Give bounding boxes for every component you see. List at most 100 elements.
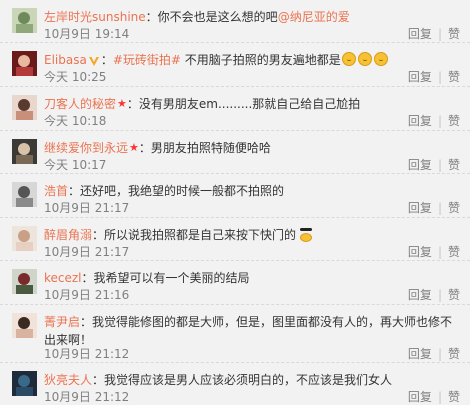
reply-button[interactable]: 回复 (408, 390, 432, 404)
comment-content: kecezl：我希望可以有一个美丽的结局 (44, 269, 418, 287)
name-separator: ： (100, 53, 113, 67)
comment-text: 我觉得应该是男人应该必须明白的，不应该是我们女人 (104, 373, 393, 387)
comment-time: 今天 10:18 (44, 114, 107, 128)
reply-button[interactable]: 回复 (408, 201, 432, 215)
reply-button[interactable]: 回复 (408, 27, 432, 41)
comment-text: 还好吧，我绝望的时候一般都不拍照的 (80, 184, 285, 198)
comment-time: 10月9日 21:16 (44, 288, 130, 302)
name-separator: ： (92, 373, 105, 387)
divider: | (437, 201, 442, 215)
name-separator: ： (138, 141, 151, 155)
commenter-name[interactable]: kecezl (44, 271, 82, 285)
comment-actions: 回复 | 赞 (408, 156, 460, 173)
avatar[interactable] (12, 371, 37, 396)
reply-button[interactable]: 回复 (408, 158, 432, 172)
comment-content: 菁尹启：我觉得能修图的都是大师，但是，图里面都没有人的，再大师也修不出来啊！ (44, 313, 458, 349)
emoji-icon (298, 228, 314, 242)
comment-time: 10月9日 21:17 (44, 201, 130, 215)
commenter-name[interactable]: 左岸时光sunshine (44, 10, 146, 24)
reply-button[interactable]: 回复 (408, 70, 432, 84)
comment-text: 男朋友拍照特随便哈哈 (150, 141, 271, 155)
commenter-name[interactable]: 继续爱你到永远 (44, 141, 128, 155)
commenter-name[interactable]: 狄亮夫人 (44, 373, 92, 387)
divider: | (437, 70, 442, 84)
like-button[interactable]: 赞 (448, 201, 460, 215)
divider: | (437, 114, 442, 128)
comment-time: 今天 10:17 (44, 158, 107, 172)
name-separator: ： (126, 97, 139, 111)
vip-v-icon (88, 56, 99, 66)
comment-item: 刀客人的秘密★：没有男朋友em.........那就自己给自己尬拍 今天 10:… (0, 87, 470, 131)
reply-button[interactable]: 回复 (408, 288, 432, 302)
comment-item: 左岸时光sunshine：你不会也是这么想的吧@纳尼亚的爱 10月9日 19:1… (0, 0, 470, 43)
name-separator: ： (145, 10, 158, 24)
comment-content: 醉眉角溺：所以说我拍照都是自己来按下快门的 (44, 226, 418, 244)
comment-text: 所以说我拍照都是自己来按下快门的 (104, 228, 297, 242)
comment-text: 没有男朋友em.........那就自己给自己尬拍 (138, 97, 361, 111)
comment-content: 左岸时光sunshine：你不会也是这么想的吧@纳尼亚的爱 (44, 8, 418, 26)
commenter-name[interactable]: 刀客人的秘密 (44, 97, 116, 111)
comment-item: 浩首：还好吧，我绝望的时候一般都不拍照的 10月9日 21:17 回复 | 赞 (0, 174, 470, 218)
comment-item: 醉眉角溺：所以说我拍照都是自己来按下快门的 10月9日 21:17 回复 | 赞 (0, 218, 470, 261)
comment-time: 10月9日 21:17 (44, 245, 130, 259)
divider: | (437, 27, 442, 41)
divider: | (437, 245, 442, 259)
avatar[interactable] (12, 8, 37, 33)
avatar[interactable] (12, 226, 37, 251)
like-button[interactable]: 赞 (448, 27, 460, 41)
comment-content: 浩首：还好吧，我绝望的时候一般都不拍照的 (44, 182, 418, 200)
reply-button[interactable]: 回复 (408, 114, 432, 128)
avatar[interactable] (12, 51, 37, 76)
comment-actions: 回复 | 赞 (408, 68, 460, 85)
avatar[interactable] (12, 313, 37, 338)
divider: | (437, 390, 442, 404)
star-icon: ★ (129, 141, 139, 154)
comment-actions: 回复 | 赞 (408, 286, 460, 303)
avatar[interactable] (12, 182, 37, 207)
comment-item: Elibasa ：#玩砖街拍# 不用脑子拍照的男友遍地都是 今天 10:25 回复… (0, 43, 470, 87)
divider: | (437, 288, 442, 302)
comment-list: 左岸时光sunshine：你不会也是这么想的吧@纳尼亚的爱 10月9日 19:1… (0, 0, 470, 404)
avatar[interactable] (12, 269, 37, 294)
like-button[interactable]: 赞 (448, 390, 460, 404)
comment-item: kecezl：我希望可以有一个美丽的结局 10月9日 21:16 回复 | 赞 (0, 261, 470, 305)
name-separator: ： (68, 184, 81, 198)
name-separator: ： (80, 315, 93, 329)
avatar[interactable] (12, 139, 37, 164)
comment-text: 你不会也是这么想的吧 (157, 10, 278, 24)
emoji-icon (357, 52, 372, 66)
topic-tag[interactable]: #玩砖街拍# (113, 53, 181, 67)
comment-text: 不用脑子拍照的男友遍地都是 (180, 53, 341, 67)
comment-text: 我觉得能修图的都是大师，但是，图里面都没有人的，再大师也修不出来啊！ (44, 315, 453, 347)
like-button[interactable]: 赞 (448, 245, 460, 259)
like-button[interactable]: 赞 (448, 70, 460, 84)
comment-time: 今天 10:25 (44, 70, 107, 84)
comment-time: 10月9日 21:12 (44, 347, 130, 361)
like-button[interactable]: 赞 (448, 288, 460, 302)
comment-content: 狄亮夫人：我觉得应该是男人应该必须明白的，不应该是我们女人 (44, 371, 458, 389)
comment-item: 菁尹启：我觉得能修图的都是大师，但是，图里面都没有人的，再大师也修不出来啊！ 1… (0, 305, 470, 363)
star-icon: ★ (117, 97, 127, 110)
comment-actions: 回复 | 赞 (408, 388, 460, 405)
divider: | (437, 158, 442, 172)
commenter-name[interactable]: 菁尹启 (44, 315, 80, 329)
like-button[interactable]: 赞 (448, 347, 460, 361)
emoji-icon (373, 52, 388, 66)
commenter-name[interactable]: Elibasa (44, 53, 87, 67)
comment-content: 继续爱你到永远★：男朋友拍照特随便哈哈 (44, 139, 418, 157)
comment-text: 我希望可以有一个美丽的结局 (93, 271, 250, 285)
like-button[interactable]: 赞 (448, 158, 460, 172)
reply-button[interactable]: 回复 (408, 245, 432, 259)
mention-link[interactable]: @纳尼亚的爱 (278, 10, 350, 24)
name-separator: ： (92, 228, 105, 242)
commenter-name[interactable]: 醉眉角溺 (44, 228, 92, 242)
avatar[interactable] (12, 95, 37, 120)
comment-actions: 回复 | 赞 (408, 243, 460, 260)
comment-item: 狄亮夫人：我觉得应该是男人应该必须明白的，不应该是我们女人 10月9日 21:1… (0, 363, 470, 404)
comment-actions: 回复 | 赞 (408, 199, 460, 216)
like-button[interactable]: 赞 (448, 114, 460, 128)
emoji-icon (341, 52, 356, 66)
reply-button[interactable]: 回复 (408, 347, 432, 361)
comment-time: 10月9日 21:12 (44, 390, 130, 404)
commenter-name[interactable]: 浩首 (44, 184, 68, 198)
